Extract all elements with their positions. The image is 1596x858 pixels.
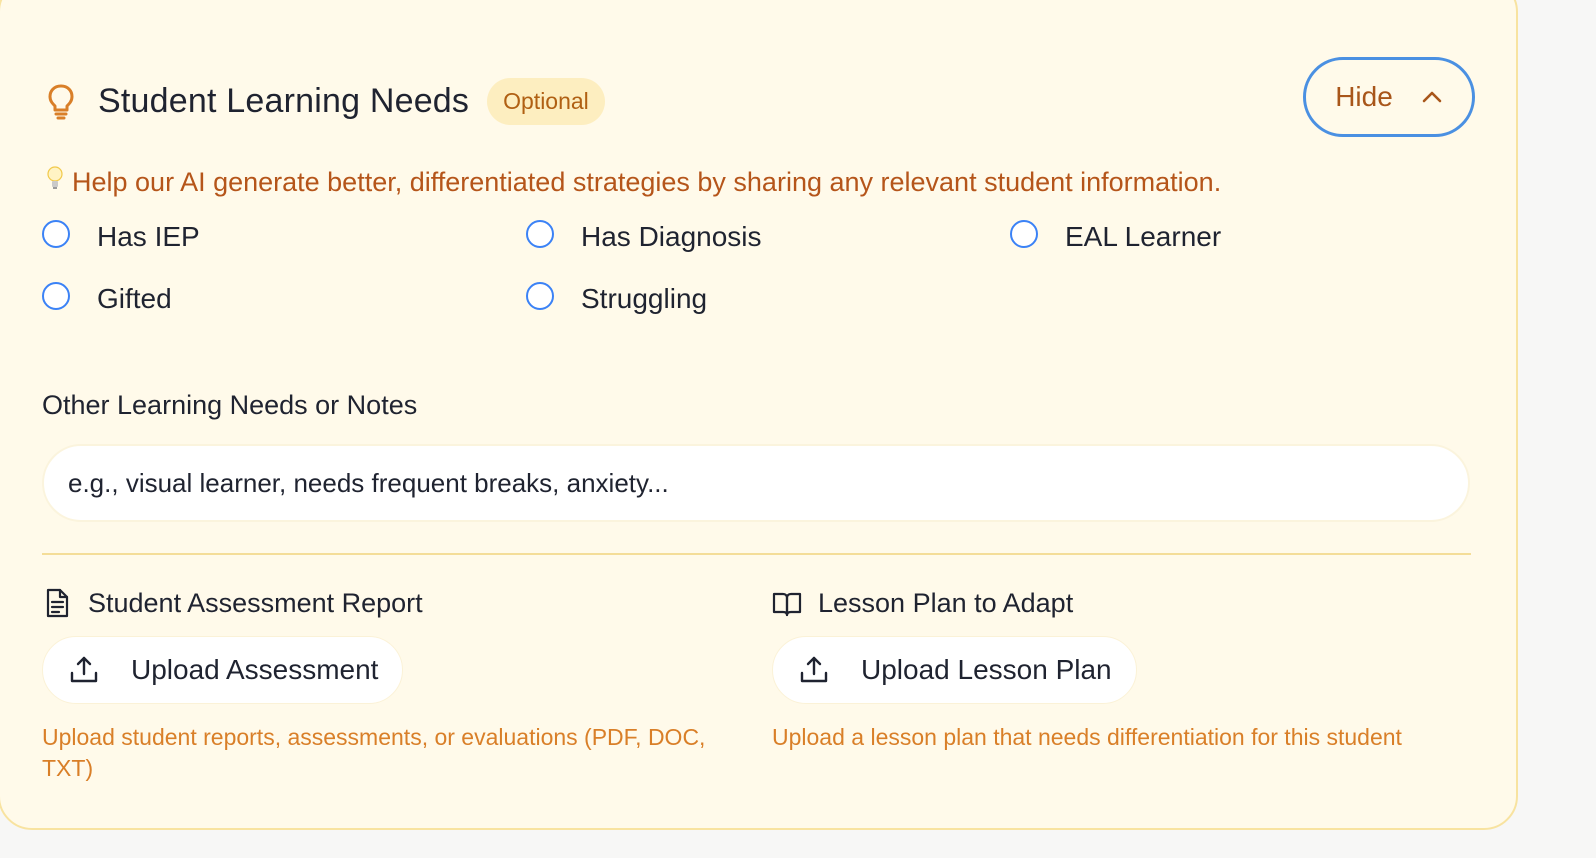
option-gifted[interactable]: Gifted	[42, 280, 172, 314]
chevron-up-icon	[1421, 90, 1443, 104]
lesson-plan-upload-heading: Lesson Plan to Adapt	[772, 586, 1492, 620]
option-has-diagnosis[interactable]: Has Diagnosis	[526, 218, 762, 252]
upload-icon	[69, 655, 99, 685]
upload-assessment-button[interactable]: Upload Assessment	[42, 636, 404, 704]
gifted-checkbox[interactable]	[42, 282, 70, 310]
section-title: Student Learning Needs	[98, 82, 470, 120]
eal-learner-checkbox[interactable]	[1010, 220, 1038, 248]
option-has-iep[interactable]: Has IEP	[42, 218, 200, 252]
upload-lesson-plan-button[interactable]: Upload Lesson Plan	[772, 636, 1137, 704]
learning-needs-options: Has IEP Has Diagnosis EAL Learner Gifted…	[42, 218, 1502, 328]
lightbulb-emoji-icon	[46, 166, 64, 198]
assessment-upload-title: Student Assessment Report	[88, 587, 423, 618]
lesson-plan-upload-title: Lesson Plan to Adapt	[818, 587, 1074, 618]
section-divider	[42, 553, 1471, 555]
assessment-upload-group: Student Assessment Report Upload Assessm…	[42, 586, 722, 784]
lesson-plan-upload-group: Lesson Plan to Adapt Upload Lesson Plan …	[772, 586, 1492, 753]
book-open-icon	[772, 587, 802, 619]
upload-assessment-label: Upload Assessment	[131, 654, 379, 685]
eal-learner-label: EAL Learner	[1065, 221, 1222, 252]
assessment-upload-heading: Student Assessment Report	[42, 586, 722, 620]
help-hint: Help our AI generate better, differentia…	[46, 166, 1221, 198]
learning-notes-input[interactable]	[42, 444, 1470, 522]
upload-lesson-plan-label: Upload Lesson Plan	[861, 654, 1112, 685]
has-diagnosis-label: Has Diagnosis	[581, 221, 762, 252]
struggling-label: Struggling	[581, 283, 708, 314]
option-struggling[interactable]: Struggling	[526, 280, 708, 314]
section-header: Student Learning Needs Optional	[46, 78, 605, 125]
optional-badge: Optional	[487, 78, 605, 125]
has-iep-checkbox[interactable]	[42, 220, 70, 248]
gifted-label: Gifted	[97, 283, 172, 314]
has-diagnosis-checkbox[interactable]	[526, 220, 554, 248]
struggling-checkbox[interactable]	[526, 282, 554, 310]
hide-section-button[interactable]: Hide	[1303, 57, 1475, 137]
hide-button-label: Hide	[1335, 81, 1393, 112]
option-eal-learner[interactable]: EAL Learner	[1010, 218, 1222, 252]
lightbulb-icon	[46, 82, 76, 122]
notes-label: Other Learning Needs or Notes	[42, 390, 418, 420]
upload-icon	[799, 655, 829, 685]
hint-text: Help our AI generate better, differentia…	[72, 166, 1222, 197]
lesson-plan-upload-help: Upload a lesson plan that needs differen…	[772, 724, 1402, 750]
assessment-upload-help: Upload student reports, assessments, or …	[42, 724, 706, 781]
has-iep-label: Has IEP	[97, 221, 200, 252]
file-text-icon	[42, 587, 72, 619]
